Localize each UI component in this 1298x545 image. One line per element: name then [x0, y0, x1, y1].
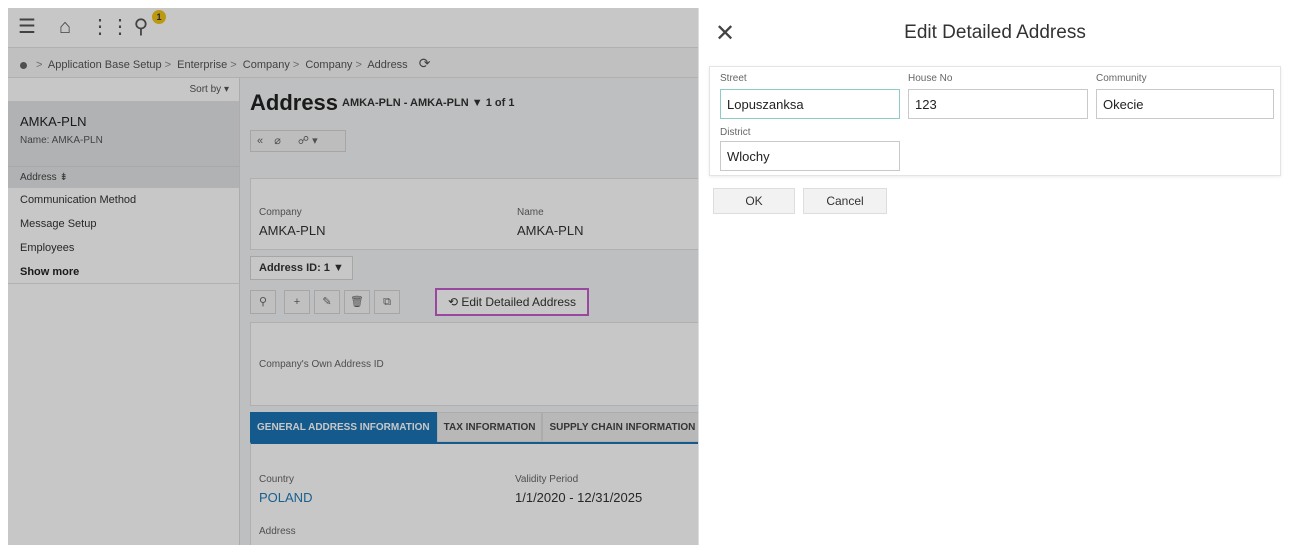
- search-icon[interactable]: ⚲: [130, 16, 152, 38]
- duplicate-button[interactable]: ⧉: [374, 290, 400, 314]
- ok-button[interactable]: OK: [713, 188, 795, 214]
- refresh-icon[interactable]: ⟳: [419, 55, 431, 71]
- home-icon[interactable]: ⌂: [54, 16, 76, 38]
- record-title: AMKA-PLN: [20, 114, 87, 129]
- street-label: Street: [720, 73, 747, 84]
- name-value: AMKA-PLN: [517, 223, 584, 238]
- edit-detailed-address-button[interactable]: ⟲ Edit Detailed Address: [435, 288, 589, 316]
- tab-general-address-information[interactable]: GENERAL ADDRESS INFORMATION: [250, 412, 437, 442]
- district-input[interactable]: [720, 141, 900, 171]
- validity-period-value: 1/1/2020 - 12/31/2025: [515, 490, 643, 505]
- address-form: Street House No Community District: [709, 66, 1281, 176]
- record-toolbar: « ⌀ ☍ ▾: [250, 130, 346, 152]
- caret-down-icon: ▼: [332, 262, 344, 274]
- country-label: Country: [259, 474, 295, 485]
- selected-record[interactable]: AMKA-PLN Name: AMKA-PLN: [8, 102, 239, 166]
- show-more-link[interactable]: Show more: [8, 260, 239, 284]
- collapse-icon[interactable]: «: [257, 135, 263, 147]
- caret-down-icon: ▾: [223, 84, 229, 95]
- nav-item-label: Address: [20, 172, 57, 183]
- add-button[interactable]: +: [284, 290, 310, 314]
- house-no-label: House No: [908, 73, 953, 84]
- attachment-icon[interactable]: ⌀: [274, 135, 281, 147]
- name-label: Name: [517, 207, 544, 218]
- nav-item-address[interactable]: Address ⇟: [8, 166, 239, 188]
- validity-period-label: Validity Period: [515, 474, 579, 485]
- own-address-label: Company's Own Address ID: [259, 359, 384, 370]
- actions-menu-icon[interactable]: ☍ ▾: [298, 135, 318, 147]
- record-selector[interactable]: AMKA-PLN - AMKA-PLN ▼ 1 of 1: [342, 97, 514, 109]
- dialog-title: Edit Detailed Address: [904, 22, 1086, 43]
- address-id-dropdown[interactable]: Address ID: 1 ▼: [250, 256, 353, 280]
- company-value: AMKA-PLN: [259, 223, 326, 238]
- tab-bar: GENERAL ADDRESS INFORMATION TAX INFORMAT…: [250, 412, 703, 442]
- page-title: Address: [250, 90, 339, 115]
- record-selector-value: AMKA-PLN - AMKA-PLN: [342, 97, 469, 109]
- edit-detailed-address-dialog: ✕ Edit Detailed Address Street House No …: [698, 8, 1290, 545]
- company-label: Company: [259, 207, 302, 218]
- address-id-value: Address ID: 1: [259, 262, 330, 274]
- record-subtitle: Name: AMKA-PLN: [20, 135, 103, 146]
- breadcrumb-item[interactable]: Enterprise: [177, 59, 227, 71]
- sort-by-control[interactable]: Sort by ▾: [8, 78, 239, 102]
- left-nav: Sort by ▾ AMKA-PLN Name: AMKA-PLN Addres…: [8, 78, 240, 545]
- sort-by-label: Sort by: [189, 84, 222, 95]
- search-button[interactable]: ⚲: [250, 290, 276, 314]
- record-count: 1 of 1: [485, 97, 515, 109]
- country-value-link[interactable]: POLAND: [259, 490, 312, 505]
- nav-item-message-setup[interactable]: Message Setup: [8, 212, 239, 236]
- street-input[interactable]: [720, 89, 900, 119]
- address-label: Address: [259, 526, 296, 537]
- apps-grid-icon[interactable]: ⋮⋮: [90, 16, 130, 38]
- cancel-button[interactable]: Cancel: [803, 188, 887, 214]
- breadcrumb-item[interactable]: Company: [305, 59, 352, 71]
- context-dot-icon: [20, 61, 27, 69]
- caret-down-icon: ▼: [471, 97, 486, 109]
- menu-icon[interactable]: ☰: [16, 16, 38, 38]
- house-no-input[interactable]: [908, 89, 1088, 119]
- community-input[interactable]: [1096, 89, 1274, 119]
- tab-tax-information[interactable]: TAX INFORMATION: [436, 412, 543, 442]
- breadcrumb-separator: >: [36, 59, 43, 71]
- nav-item-employees[interactable]: Employees: [8, 236, 239, 260]
- breadcrumb-item[interactable]: Application Base Setup: [48, 59, 162, 71]
- pin-icon: ⇟: [59, 172, 68, 183]
- breadcrumb-item[interactable]: Company: [243, 59, 290, 71]
- edit-button[interactable]: ✎: [314, 290, 340, 314]
- refresh-icon: ⟲: [447, 295, 462, 309]
- breadcrumb-item[interactable]: Address: [367, 59, 407, 71]
- nav-item-communication-method[interactable]: Communication Method: [8, 188, 239, 212]
- delete-button[interactable]: 🗑: [344, 290, 370, 314]
- district-label: District: [720, 127, 751, 138]
- community-label: Community: [1096, 73, 1147, 84]
- tab-supply-chain-information[interactable]: SUPPLY CHAIN INFORMATION: [542, 412, 703, 442]
- notification-badge: 1: [152, 10, 166, 24]
- edit-detailed-address-label: Edit Detailed Address: [461, 295, 577, 309]
